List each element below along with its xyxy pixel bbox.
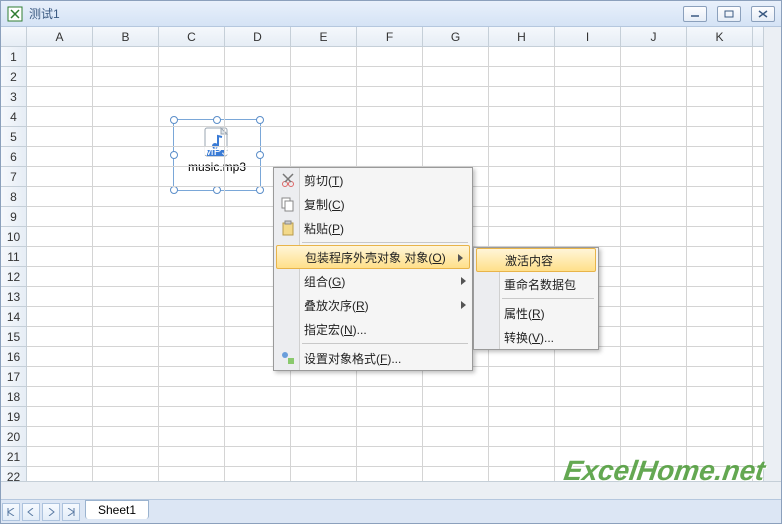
row-header[interactable]: 16 [1,347,26,367]
menu-item-label: 包装程序外壳对象 对象(O) [305,249,446,266]
column-headers: ABCDEFGHIJK [1,27,781,47]
menu-item[interactable]: 设置对象格式(F)... [274,346,472,370]
column-header[interactable]: J [621,27,687,46]
menu-item-label: 组合(G) [304,273,345,290]
row-header[interactable]: 9 [1,207,26,227]
menu-item[interactable]: 组合(G) [274,269,472,293]
chevron-right-icon [461,277,466,285]
row-header[interactable]: 17 [1,367,26,387]
row-header[interactable]: 18 [1,387,26,407]
maximize-button[interactable] [717,6,741,22]
chevron-right-icon [461,301,466,309]
column-header[interactable]: I [555,27,621,46]
context-submenu: 激活内容重命名数据包属性(R) 转换(V)... [473,247,599,350]
row-header[interactable]: 15 [1,327,26,347]
tab-nav-prev[interactable] [22,503,40,521]
submenu-item-label: 属性(R) [504,305,545,322]
row-header[interactable]: 4 [1,107,26,127]
column-header[interactable]: F [357,27,423,46]
row-header[interactable]: 20 [1,427,26,447]
cut-icon [280,172,296,188]
menu-item-label: 剪切(T) [304,172,343,189]
row-header[interactable]: 1 [1,47,26,67]
select-all-corner[interactable] [1,27,27,46]
row-header[interactable]: 8 [1,187,26,207]
row-header[interactable]: 10 [1,227,26,247]
sheet-tab-bar: Sheet1 [1,499,781,523]
chevron-right-icon [458,254,463,262]
row-header[interactable]: 6 [1,147,26,167]
row-header[interactable]: 12 [1,267,26,287]
menu-item[interactable]: 复制(C) [274,192,472,216]
context-menu: 剪切(T) 复制(C) 粘贴(P) 包装程序外壳对象 对象(O) 组合(G) 叠放次序(R… [273,167,473,371]
mp3-file-icon: MP3 [201,126,233,158]
tab-nav-next[interactable] [42,503,60,521]
submenu-item[interactable]: 重命名数据包 [474,272,598,296]
row-header[interactable]: 19 [1,407,26,427]
column-header[interactable]: H [489,27,555,46]
row-header[interactable]: 14 [1,307,26,327]
vertical-scrollbar[interactable] [763,27,781,481]
menu-item-label: 复制(C) [304,196,345,213]
format-icon [280,350,296,366]
column-header[interactable]: K [687,27,753,46]
row-header[interactable]: 13 [1,287,26,307]
sheet-tab[interactable]: Sheet1 [85,500,149,519]
menu-item[interactable]: 叠放次序(R) [274,293,472,317]
watermark: ExcelHome.net [562,455,767,487]
submenu-item[interactable]: 激活内容 [476,248,596,272]
window-title: 测试1 [29,5,683,22]
row-header[interactable]: 7 [1,167,26,187]
row-header[interactable]: 2 [1,67,26,87]
menu-item[interactable]: 指定宏(N)... [274,317,472,341]
column-header[interactable]: B [93,27,159,46]
row-header[interactable]: 21 [1,447,26,467]
tab-nav-last[interactable] [62,503,80,521]
menu-item[interactable]: 剪切(T) [274,168,472,192]
menu-item-label: 叠放次序(R) [304,297,369,314]
submenu-item[interactable]: 转换(V)... [474,325,598,349]
menu-item-label: 粘贴(P) [304,220,344,237]
submenu-item-label: 激活内容 [505,252,553,269]
embedded-object[interactable]: MP3 music.mp3 [173,119,261,191]
app-window: 测试1 ABCDEFGHIJK 123456789101112131415161… [0,0,782,524]
submenu-item[interactable]: 属性(R) [474,301,598,325]
tab-nav-first[interactable] [2,503,20,521]
row-header[interactable]: 11 [1,247,26,267]
menu-item-label: 指定宏(N)... [304,321,367,338]
row-header[interactable]: 3 [1,87,26,107]
submenu-item-label: 转换(V)... [504,329,554,346]
menu-item[interactable]: 包装程序外壳对象 对象(O) [276,245,470,269]
column-header[interactable]: D [225,27,291,46]
excel-icon [7,6,23,22]
menu-item-label: 设置对象格式(F)... [304,350,401,367]
minimize-button[interactable] [683,6,707,22]
row-header[interactable]: 5 [1,127,26,147]
submenu-item-label: 重命名数据包 [504,276,576,293]
paste-icon [280,220,296,236]
column-header[interactable]: C [159,27,225,46]
window-buttons [683,6,775,22]
column-header[interactable]: G [423,27,489,46]
close-button[interactable] [751,6,775,22]
embedded-object-label: music.mp3 [174,160,260,174]
column-header[interactable]: A [27,27,93,46]
menu-item[interactable]: 粘贴(P) [274,216,472,240]
copy-icon [280,196,296,212]
column-header[interactable]: E [291,27,357,46]
row-headers: 12345678910111213141516171819202122 [1,47,27,499]
titlebar: 测试1 [1,1,781,27]
